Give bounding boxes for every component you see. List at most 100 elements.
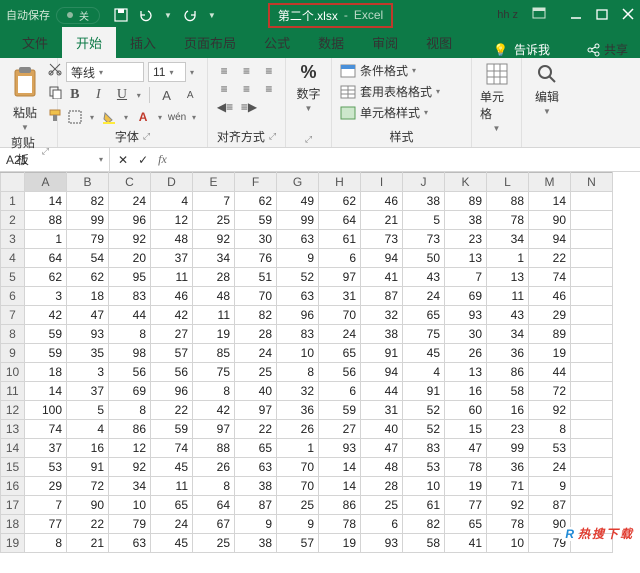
cell[interactable]: 57 bbox=[151, 344, 193, 363]
cell[interactable]: 88 bbox=[25, 211, 67, 230]
cell[interactable]: 82 bbox=[67, 192, 109, 211]
cell[interactable]: 34 bbox=[193, 249, 235, 268]
cell[interactable]: 90 bbox=[529, 211, 571, 230]
cell[interactable]: 82 bbox=[403, 515, 445, 534]
cell[interactable]: 57 bbox=[277, 534, 319, 553]
cell[interactable]: 98 bbox=[109, 344, 151, 363]
cell[interactable]: 52 bbox=[403, 420, 445, 439]
undo-dropdown-icon[interactable]: ▼ bbox=[164, 11, 172, 20]
align-top-icon[interactable]: ≡ bbox=[216, 62, 232, 80]
cell[interactable]: 70 bbox=[277, 458, 319, 477]
cell[interactable]: 21 bbox=[361, 211, 403, 230]
cell[interactable]: 90 bbox=[529, 515, 571, 534]
undo-icon[interactable] bbox=[138, 8, 154, 22]
cell[interactable]: 16 bbox=[487, 401, 529, 420]
cell[interactable]: 9 bbox=[529, 477, 571, 496]
cell[interactable]: 47 bbox=[67, 306, 109, 325]
cell[interactable]: 47 bbox=[361, 439, 403, 458]
cell[interactable]: 26 bbox=[445, 344, 487, 363]
cell[interactable]: 28 bbox=[235, 325, 277, 344]
cell[interactable]: 48 bbox=[361, 458, 403, 477]
cell[interactable]: 63 bbox=[235, 458, 277, 477]
cell[interactable]: 11 bbox=[151, 477, 193, 496]
tab-layout[interactable]: 页面布局 bbox=[170, 27, 250, 58]
chevron-down-icon[interactable]: ▾ bbox=[137, 91, 141, 100]
select-all-corner[interactable] bbox=[1, 173, 25, 192]
editing-button[interactable]: 编辑 ▼ bbox=[530, 62, 564, 116]
cell[interactable]: 60 bbox=[445, 401, 487, 420]
cell[interactable]: 86 bbox=[109, 420, 151, 439]
cell[interactable]: 58 bbox=[487, 382, 529, 401]
cell[interactable]: 65 bbox=[235, 439, 277, 458]
cell[interactable] bbox=[571, 382, 613, 401]
col-header[interactable]: J bbox=[403, 173, 445, 192]
cell[interactable]: 22 bbox=[67, 515, 109, 534]
cell[interactable]: 97 bbox=[235, 401, 277, 420]
cell[interactable]: 23 bbox=[487, 420, 529, 439]
row-header[interactable]: 6 bbox=[1, 287, 25, 306]
cell[interactable]: 13 bbox=[445, 249, 487, 268]
col-header[interactable]: K bbox=[445, 173, 487, 192]
cell[interactable]: 38 bbox=[361, 325, 403, 344]
cell[interactable]: 70 bbox=[277, 477, 319, 496]
cell[interactable]: 65 bbox=[403, 306, 445, 325]
cell[interactable]: 14 bbox=[319, 458, 361, 477]
cell[interactable]: 41 bbox=[361, 268, 403, 287]
chevron-down-icon[interactable]: ▾ bbox=[158, 113, 162, 122]
cell[interactable]: 18 bbox=[67, 287, 109, 306]
cell[interactable]: 11 bbox=[487, 287, 529, 306]
underline-button[interactable]: U bbox=[113, 86, 131, 104]
cell[interactable]: 44 bbox=[361, 382, 403, 401]
cell[interactable]: 1 bbox=[487, 249, 529, 268]
cell[interactable]: 78 bbox=[445, 458, 487, 477]
cell[interactable]: 79 bbox=[67, 230, 109, 249]
cell[interactable]: 25 bbox=[193, 211, 235, 230]
cell[interactable]: 48 bbox=[193, 287, 235, 306]
cell[interactable]: 97 bbox=[193, 420, 235, 439]
cell[interactable]: 75 bbox=[403, 325, 445, 344]
cell[interactable] bbox=[571, 477, 613, 496]
cell[interactable]: 38 bbox=[445, 211, 487, 230]
align-middle-icon[interactable]: ≡ bbox=[238, 62, 254, 80]
font-color-button[interactable]: A bbox=[134, 108, 152, 126]
cell[interactable]: 91 bbox=[361, 344, 403, 363]
cell[interactable]: 62 bbox=[235, 192, 277, 211]
cell[interactable]: 21 bbox=[67, 534, 109, 553]
cell[interactable]: 5 bbox=[403, 211, 445, 230]
cell[interactable]: 34 bbox=[109, 477, 151, 496]
cell[interactable]: 28 bbox=[361, 477, 403, 496]
fill-color-button[interactable] bbox=[100, 108, 118, 126]
border-button[interactable] bbox=[66, 108, 84, 126]
col-header[interactable]: I bbox=[361, 173, 403, 192]
cell[interactable]: 7 bbox=[193, 192, 235, 211]
tab-data[interactable]: 数据 bbox=[304, 27, 358, 58]
minimize-icon[interactable] bbox=[570, 8, 582, 23]
cell[interactable]: 59 bbox=[151, 420, 193, 439]
cell[interactable] bbox=[571, 249, 613, 268]
cell[interactable]: 41 bbox=[445, 534, 487, 553]
cell[interactable]: 96 bbox=[151, 382, 193, 401]
cell[interactable]: 56 bbox=[319, 363, 361, 382]
tab-review[interactable]: 审阅 bbox=[358, 27, 412, 58]
cell[interactable] bbox=[571, 268, 613, 287]
cell[interactable]: 10 bbox=[403, 477, 445, 496]
cell[interactable]: 96 bbox=[277, 306, 319, 325]
cell[interactable]: 59 bbox=[319, 401, 361, 420]
cell[interactable]: 73 bbox=[403, 230, 445, 249]
cell[interactable]: 8 bbox=[193, 477, 235, 496]
cell[interactable]: 83 bbox=[403, 439, 445, 458]
cell[interactable]: 1 bbox=[25, 230, 67, 249]
dialog-launcher-icon[interactable]: ⤢ bbox=[305, 134, 312, 145]
col-header[interactable]: B bbox=[67, 173, 109, 192]
cell[interactable]: 83 bbox=[277, 325, 319, 344]
conditional-format-button[interactable]: 条件格式▾ bbox=[340, 62, 463, 79]
col-header[interactable]: E bbox=[193, 173, 235, 192]
cell[interactable]: 13 bbox=[487, 268, 529, 287]
cell[interactable]: 3 bbox=[25, 287, 67, 306]
cell[interactable]: 99 bbox=[277, 211, 319, 230]
cell[interactable]: 59 bbox=[25, 325, 67, 344]
cell[interactable]: 7 bbox=[25, 496, 67, 515]
align-right-icon[interactable]: ≡ bbox=[261, 80, 277, 98]
cell[interactable]: 18 bbox=[25, 363, 67, 382]
row-header[interactable]: 10 bbox=[1, 363, 25, 382]
